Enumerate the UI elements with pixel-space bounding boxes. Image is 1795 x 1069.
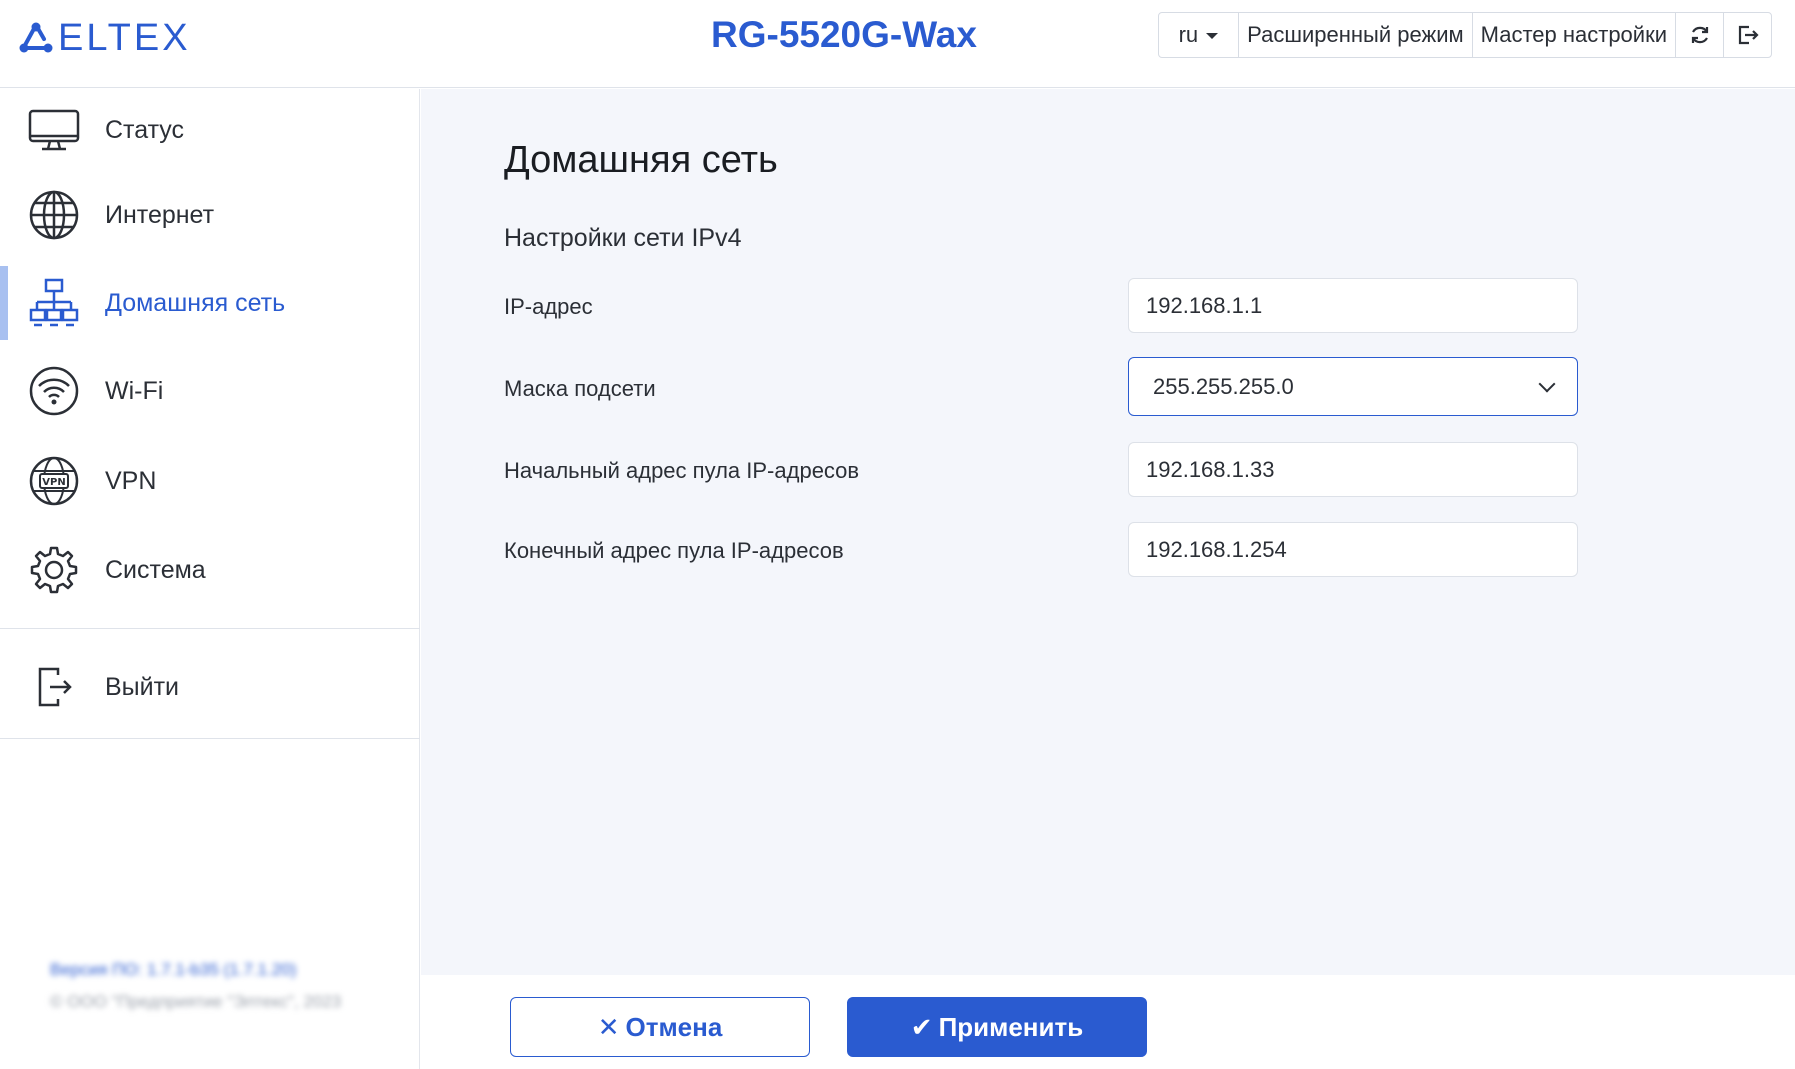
pool-end-label: Конечный адрес пула IP-адресов (504, 538, 844, 563)
language-label: ru (1178, 22, 1199, 47)
sidebar-logout-label: Выйти (105, 672, 180, 701)
device-title: RG-5520G-Wax (711, 14, 977, 55)
page-title: Домашняя сеть (504, 139, 778, 181)
pool-end-input[interactable]: 192.168.1.254 (1128, 522, 1578, 577)
network-icon (28, 277, 80, 329)
sidebar-divider (0, 628, 420, 629)
pool-end-value: 192.168.1.254 (1146, 536, 1287, 562)
sidebar-divider (0, 738, 420, 739)
sidebar-item-label: VPN (105, 466, 157, 495)
firmware-version: Версия ПО: 1.7.1-b35 (1.7.1.20) (50, 960, 297, 979)
caret-down-icon (1206, 33, 1219, 39)
sidebar-item-wifi[interactable]: Wi-Fi (0, 354, 419, 428)
globe-icon (28, 189, 80, 241)
language-dropdown[interactable]: ru (1159, 13, 1239, 57)
sidebar-item-label: Интернет (105, 200, 215, 229)
close-icon: ✕ (597, 1011, 620, 1042)
sidebar-item-logout[interactable]: Выйти (0, 650, 419, 724)
ip-address-input[interactable]: 192.168.1.1 (1128, 278, 1578, 333)
refresh-icon (1691, 26, 1708, 44)
copyright: © ООО "Предприятие "Элтекс", 2023 (50, 992, 342, 1011)
top-toolbar: ru Расширенный режим Мастер настройки (1157, 12, 1772, 58)
refresh-button[interactable] (1675, 13, 1723, 57)
header: ELTEX RG-5520G-Wax ru Расширенный режим … (0, 0, 1795, 88)
wifi-icon (28, 365, 80, 417)
sidebar-item-label: Система (105, 555, 206, 584)
gear-icon (28, 544, 80, 596)
svg-text:VPN: VPN (42, 477, 65, 488)
sidebar-item-home-network[interactable]: Домашняя сеть (0, 266, 419, 340)
sidebar-item-internet[interactable]: Интернет (0, 178, 419, 252)
sidebar-item-label: Домашняя сеть (105, 288, 286, 317)
logo-text: ELTEX (58, 16, 191, 59)
pool-start-input[interactable]: 192.168.1.33 (1128, 442, 1578, 497)
logout-icon (1738, 25, 1759, 45)
setup-wizard-button[interactable]: Мастер настройки (1471, 13, 1675, 57)
eltex-logo[interactable]: ELTEX (18, 16, 191, 59)
apply-button[interactable]: ✔ Применить (847, 997, 1147, 1057)
ip-address-label: IP-адрес (504, 294, 593, 319)
sidebar: Статус Интернет Домашняя сеть Wi-Fi VPN … (0, 89, 420, 1069)
ip-address-value: 192.168.1.1 (1146, 292, 1263, 318)
subnet-mask-value: 255.255.255.0 (1153, 373, 1294, 399)
sidebar-item-system[interactable]: Система (0, 533, 419, 607)
subnet-mask-select[interactable]: 255.255.255.0 (1128, 357, 1578, 416)
section-title: Настройки сети IPv4 (504, 224, 742, 252)
advanced-mode-button[interactable]: Расширенный режим (1238, 13, 1471, 57)
sidebar-item-vpn[interactable]: VPN VPN (0, 444, 419, 518)
cancel-label: Отмена (625, 1011, 723, 1042)
sidebar-item-label: Статус (105, 115, 185, 144)
apply-label: Применить (938, 1011, 1084, 1042)
pool-start-label: Начальный адрес пула IP-адресов (504, 458, 860, 483)
subnet-mask-label: Маска подсети (504, 376, 656, 401)
chevron-down-icon (1538, 375, 1556, 392)
main-content: Домашняя сеть Настройки сети IPv4 IP-адр… (421, 89, 1795, 975)
eltex-logo-mark-icon (19, 22, 53, 53)
sidebar-item-label: Wi-Fi (105, 376, 164, 405)
action-bar: ✕ Отмена ✔ Применить (421, 975, 1795, 1069)
sidebar-item-status[interactable]: Статус (0, 93, 419, 167)
cancel-button[interactable]: ✕ Отмена (510, 997, 810, 1057)
logout-button[interactable] (1723, 13, 1771, 57)
monitor-icon (28, 104, 80, 156)
logout-icon (28, 661, 80, 713)
pool-start-value: 192.168.1.33 (1146, 456, 1275, 482)
vpn-globe-icon: VPN (28, 455, 80, 507)
check-icon: ✔ (910, 1011, 933, 1042)
